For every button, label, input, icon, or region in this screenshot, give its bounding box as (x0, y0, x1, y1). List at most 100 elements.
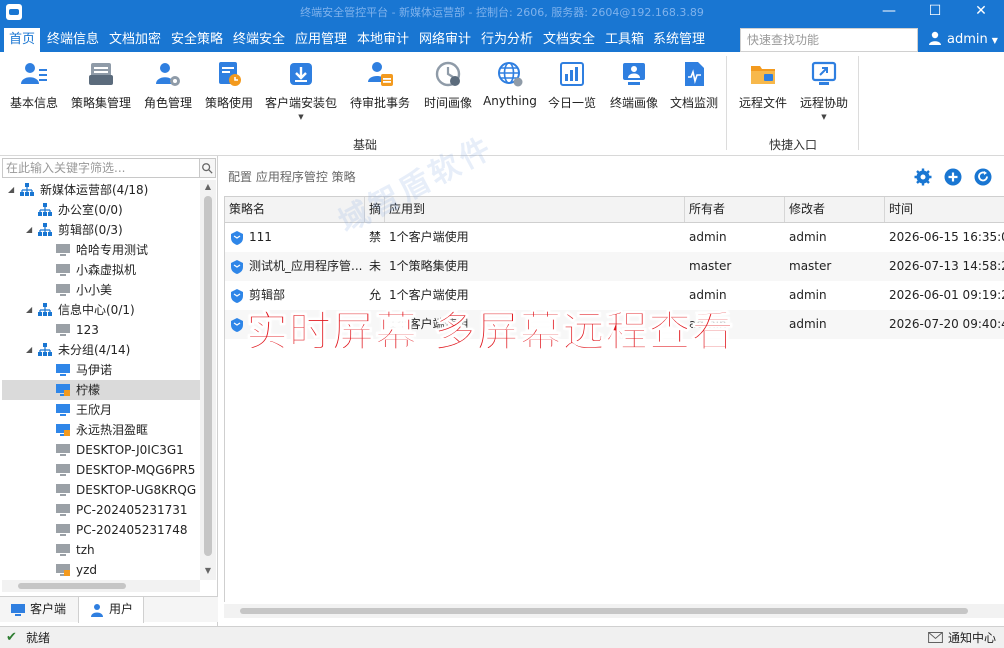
expand-toggle-icon[interactable]: ◢ (26, 340, 36, 360)
ribbon-approval-button[interactable]: 待审批事务 (346, 58, 414, 128)
menu-local-audit[interactable]: 本地审计 (352, 28, 414, 52)
col-time[interactable]: 时间 (885, 197, 1004, 222)
tree-node[interactable]: 123 (2, 320, 200, 340)
tree-node[interactable]: 小小美 (2, 280, 200, 300)
ribbon-doc-monitor-button[interactable]: 文档监测 (666, 58, 722, 128)
ribbon-label: 待审批事务 (349, 96, 410, 110)
minimize-button[interactable]: — (866, 0, 912, 24)
table-horizontal-scrollbar[interactable] (224, 604, 1004, 618)
dashboard-icon (560, 62, 584, 86)
maximize-button[interactable]: ☐ (912, 0, 958, 24)
scroll-thumb[interactable] (18, 583, 126, 589)
tree-node[interactable]: DESKTOP-J0IC3G1 (2, 440, 200, 460)
tree-node[interactable]: DESKTOP-MQG6PR5 (2, 460, 200, 480)
tab-users[interactable]: 用户 (78, 597, 144, 623)
tree-node[interactable]: 办公室(0/0) (2, 200, 200, 220)
ribbon-policy-use-button[interactable]: 策略使用 (202, 58, 256, 128)
col-modifier[interactable]: 修改者 (785, 197, 885, 222)
policy-panel: 配置 应用程序管控 策略 策略名 摘 应用到 所有者 修改者 时间 111 禁 1个… (220, 156, 1004, 626)
tree-node[interactable]: tzh (2, 540, 200, 560)
tree-node[interactable]: ◢ 剪辑部(0/3) (2, 220, 200, 240)
tree-horizontal-scrollbar[interactable] (2, 580, 200, 592)
col-owner[interactable]: 所有者 (685, 197, 785, 222)
expand-toggle-icon[interactable]: ◢ (26, 300, 36, 320)
tree-node-label: 马伊诺 (76, 363, 113, 377)
scroll-down-icon[interactable]: ▼ (200, 566, 216, 580)
tree-node[interactable]: ◢ 信息中心(0/1) (2, 300, 200, 320)
monitor-icon (11, 604, 25, 616)
refresh-icon[interactable] (974, 168, 992, 186)
quick-search-input[interactable]: 快速查找功能 (740, 28, 918, 52)
ribbon-label: 时间画像 (423, 96, 472, 110)
installer-icon (290, 63, 312, 85)
table-row[interactable]: 测试机_应用程序管... 未 1个策略集使用 master master 2026-07-… (225, 252, 1004, 281)
menu-system-management[interactable]: 系统管理 (648, 28, 710, 52)
ribbon-remote-file-button[interactable]: 远程文件 (734, 58, 792, 128)
tree-node-label: 王欣月 (76, 403, 113, 417)
ribbon-role-button[interactable]: 角色管理 (140, 58, 196, 128)
org-chart-icon (38, 303, 52, 317)
ribbon-basic-info-button[interactable]: 基本信息 (6, 58, 62, 128)
expand-toggle-icon[interactable]: ◢ (26, 220, 36, 240)
user-icon (91, 604, 103, 617)
computer-offline-icon (56, 543, 70, 557)
ribbon-installer-button[interactable]: 客户端安装包 ▼ (262, 58, 340, 128)
tree-node[interactable]: 马伊诺 (2, 360, 200, 380)
menu-doc-security[interactable]: 文档安全 (538, 28, 600, 52)
check-icon: ✔ (6, 630, 17, 645)
tree-node[interactable]: DESKTOP-UG8KRQG (2, 480, 200, 500)
promo-overlay-text: 实时屏幕 多屏幕远程查看 (246, 307, 735, 357)
expand-toggle-icon[interactable]: ◢ (8, 180, 18, 200)
tree-node[interactable]: ◢ 未分组(4/14) (2, 340, 200, 360)
tree-node[interactable]: 永远热泪盈眶 (2, 420, 200, 440)
ribbon-label: 终端画像 (609, 96, 658, 110)
tree-node[interactable]: 小森虚拟机 (2, 260, 200, 280)
menu-home[interactable]: 首页 (4, 28, 41, 52)
tree-node[interactable]: PC-202405231748 (2, 520, 200, 540)
tree-vertical-scrollbar[interactable]: ▲ ▼ (200, 180, 216, 580)
filter-search-button[interactable] (200, 158, 216, 178)
computer-offline-icon (56, 503, 70, 517)
tree-node[interactable]: PC-202405231731 (2, 500, 200, 520)
tab-clients[interactable]: 客户端 (0, 597, 78, 623)
notification-center-button[interactable]: 通知中心 (928, 627, 996, 648)
tree-node[interactable]: yzd (2, 560, 200, 580)
user-menu[interactable]: admin ▼ (928, 28, 998, 52)
add-icon[interactable] (944, 168, 962, 186)
ribbon-time-portrait-button[interactable]: 时间画像 (420, 58, 476, 128)
dropdown-arrow-icon[interactable]: ▼ (796, 113, 852, 121)
notification-center-label: 通知中心 (948, 631, 997, 645)
close-button[interactable]: ✕ (958, 0, 1004, 24)
chevron-down-icon: ▼ (991, 36, 998, 45)
menu-behavior-analysis[interactable]: 行为分析 (476, 28, 538, 52)
menu-toolbox[interactable]: 工具箱 (600, 28, 649, 52)
status-text: 就绪 (26, 631, 51, 645)
tree-filter-input[interactable]: 在此输入关键字筛选... (2, 158, 200, 178)
menu-terminal-info[interactable]: 终端信息 (42, 28, 104, 52)
menu-app-management[interactable]: 应用管理 (290, 28, 352, 52)
menu-security-policy[interactable]: 安全策略 (166, 28, 228, 52)
tree-node-label: 未分组(4/14) (58, 343, 131, 357)
tree-node[interactable]: 柠檬 (2, 380, 200, 400)
scroll-thumb[interactable] (240, 608, 968, 614)
ribbon-anything-button[interactable]: Anything (482, 58, 538, 128)
ribbon-remote-assist-button[interactable]: 远程协助 ▼ (796, 58, 852, 128)
ribbon-policy-set-button[interactable]: 策略集管理 (68, 58, 134, 128)
tree-node-label: DESKTOP-J0IC3G1 (76, 443, 184, 457)
policy-shield-icon (231, 289, 243, 303)
ribbon-today-overview-button[interactable]: 今日一览 (544, 58, 600, 128)
scroll-thumb[interactable] (204, 196, 212, 556)
tree-node[interactable]: 哈哈专用测试 (2, 240, 200, 260)
tree-node-label: 剪辑部(0/3) (58, 223, 123, 237)
menu-network-audit[interactable]: 网络审计 (414, 28, 476, 52)
menu-doc-encrypt[interactable]: 文档加密 (104, 28, 166, 52)
menu-terminal-security[interactable]: 终端安全 (228, 28, 290, 52)
dropdown-arrow-icon[interactable]: ▼ (262, 113, 340, 121)
tree-node[interactable]: 王欣月 (2, 400, 200, 420)
gear-icon[interactable] (914, 168, 932, 186)
col-apply-to[interactable]: 应用到 (385, 197, 685, 222)
scroll-up-icon[interactable]: ▲ (200, 182, 216, 196)
tree-node[interactable]: ◢ 新媒体运营部(4/18) (2, 180, 200, 200)
ribbon-terminal-portrait-button[interactable]: 终端画像 (606, 58, 662, 128)
computer-alert-icon (56, 423, 70, 437)
